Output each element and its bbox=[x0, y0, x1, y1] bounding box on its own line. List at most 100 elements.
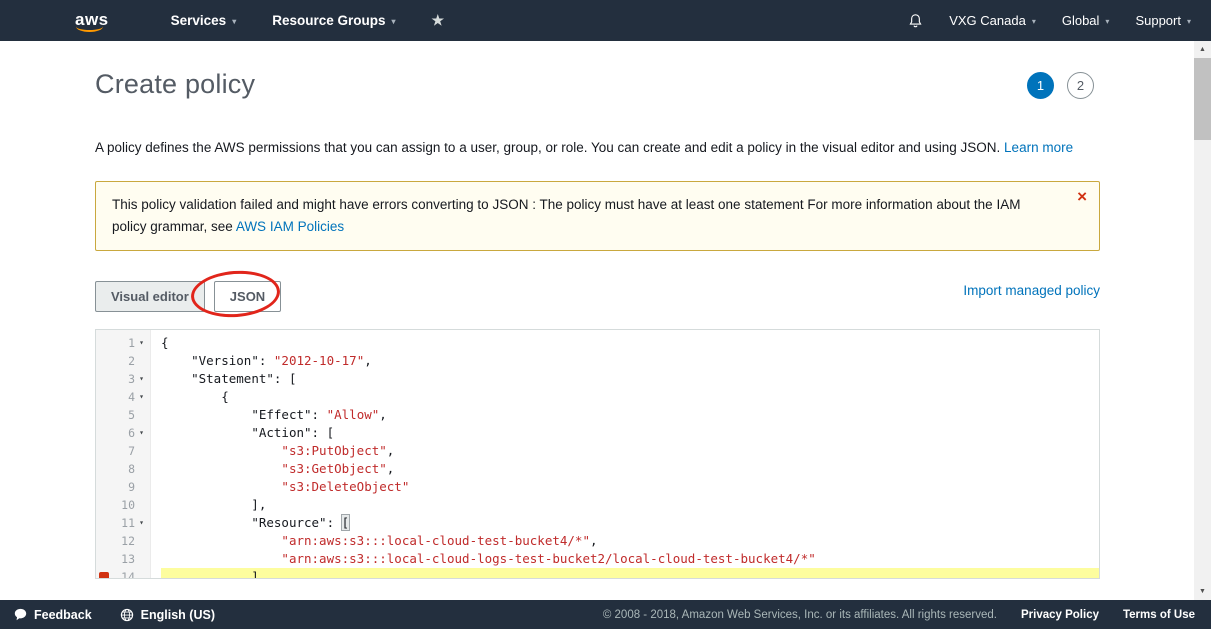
gutter-line: 10 bbox=[96, 496, 150, 514]
gutter-line: 6▾ bbox=[96, 424, 150, 442]
speech-bubble-icon bbox=[14, 608, 27, 621]
fold-arrow-icon[interactable]: ▾ bbox=[135, 428, 148, 437]
close-icon[interactable]: × bbox=[1077, 188, 1087, 205]
notifications-bell-button[interactable] bbox=[908, 13, 923, 29]
line-number: 6 bbox=[128, 426, 135, 440]
line-number: 4 bbox=[128, 390, 135, 404]
code-gutter: 1▾23▾4▾56▾7891011▾121314 bbox=[96, 330, 151, 578]
line-number: 13 bbox=[121, 552, 135, 566]
code-line[interactable]: "arn:aws:s3:::local-cloud-test-bucket4/*… bbox=[161, 532, 1099, 550]
footer-bar: Feedback English (US) © 2008 - 2018, Ama… bbox=[0, 600, 1211, 629]
code-line[interactable]: "s3:PutObject", bbox=[161, 442, 1099, 460]
code-line[interactable]: { bbox=[161, 334, 1099, 352]
code-line[interactable]: "s3:GetObject", bbox=[161, 460, 1099, 478]
chevron-down-icon: ▾ bbox=[392, 16, 396, 26]
page-title: Create policy bbox=[95, 69, 255, 100]
line-number: 14 bbox=[121, 570, 135, 579]
line-number: 5 bbox=[128, 408, 135, 422]
bell-icon bbox=[908, 13, 923, 29]
footer-left-group: Feedback English (US) bbox=[14, 608, 215, 622]
nav-region-menu[interactable]: Global ▾ bbox=[1062, 13, 1110, 28]
line-number: 10 bbox=[121, 498, 135, 512]
gutter-line: 11▾ bbox=[96, 514, 150, 532]
code-line[interactable]: "Effect": "Allow", bbox=[161, 406, 1099, 424]
scroll-down-arrow[interactable]: ▼ bbox=[1194, 583, 1211, 600]
aws-iam-policies-link[interactable]: AWS IAM Policies bbox=[236, 219, 344, 234]
fold-arrow-icon[interactable]: ▾ bbox=[135, 338, 148, 347]
code-line[interactable]: "s3:DeleteObject" bbox=[161, 478, 1099, 496]
code-line[interactable]: ] bbox=[161, 568, 1099, 578]
code-line[interactable]: "Action": [ bbox=[161, 424, 1099, 442]
feedback-label: Feedback bbox=[34, 608, 92, 622]
support-label: Support bbox=[1135, 13, 1181, 28]
globe-icon bbox=[120, 608, 134, 622]
pin-star-icon[interactable]: ★ bbox=[432, 12, 445, 29]
language-selector[interactable]: English (US) bbox=[120, 608, 215, 622]
import-managed-policy-link[interactable]: Import managed policy bbox=[963, 283, 1100, 298]
line-number: 11 bbox=[121, 516, 135, 530]
aws-logo[interactable]: aws bbox=[75, 10, 109, 32]
editor-tabs: Visual editor JSON bbox=[95, 281, 281, 312]
account-name-label: VXG Canada bbox=[949, 13, 1026, 28]
code-line[interactable]: "Resource": [ bbox=[161, 514, 1099, 532]
step-2-indicator[interactable]: 2 bbox=[1067, 72, 1094, 99]
code-lines[interactable]: { "Version": "2012-10-17", "Statement": … bbox=[151, 330, 1099, 578]
gutter-line: 1▾ bbox=[96, 334, 150, 352]
intro-sentence: A policy defines the AWS permissions tha… bbox=[95, 140, 1000, 155]
feedback-button[interactable]: Feedback bbox=[14, 608, 92, 622]
privacy-policy-link[interactable]: Privacy Policy bbox=[1021, 609, 1099, 621]
aws-console-page: aws Services ▾ Resource Groups ▾ ★ VXG bbox=[0, 0, 1211, 629]
navbar-right-group: VXG Canada ▾ Global ▾ Support ▾ bbox=[908, 13, 1195, 29]
vertical-scrollbar[interactable]: ▲ ▼ bbox=[1194, 41, 1211, 600]
scrollbar-thumb[interactable] bbox=[1194, 58, 1211, 140]
gutter-line: 13 bbox=[96, 550, 150, 568]
chevron-down-icon: ▾ bbox=[1032, 16, 1036, 26]
page-header-row: Create policy 1 2 bbox=[95, 69, 1100, 100]
line-number: 8 bbox=[128, 462, 135, 476]
language-label: English (US) bbox=[141, 608, 215, 622]
aws-logo-text: aws bbox=[75, 10, 109, 29]
copyright-text: © 2008 - 2018, Amazon Web Services, Inc.… bbox=[603, 609, 997, 621]
fold-arrow-icon[interactable]: ▾ bbox=[135, 518, 148, 527]
validation-warning-banner: × This policy validation failed and migh… bbox=[95, 181, 1100, 251]
nav-support-menu[interactable]: Support ▾ bbox=[1135, 13, 1191, 28]
main-scroll-area: Create policy 1 2 A policy defines the A… bbox=[0, 41, 1211, 600]
footer-right-group: © 2008 - 2018, Amazon Web Services, Inc.… bbox=[603, 609, 1195, 621]
nav-account-menu[interactable]: VXG Canada ▾ bbox=[949, 13, 1036, 28]
tab-visual-editor[interactable]: Visual editor bbox=[95, 281, 205, 312]
learn-more-link[interactable]: Learn more bbox=[1004, 140, 1073, 155]
region-label: Global bbox=[1062, 13, 1100, 28]
tab-json[interactable]: JSON bbox=[214, 281, 281, 312]
navbar-left-group: aws Services ▾ Resource Groups ▾ ★ bbox=[75, 10, 444, 32]
gutter-line: 12 bbox=[96, 532, 150, 550]
line-number: 12 bbox=[121, 534, 135, 548]
nav-services-label: Services bbox=[171, 13, 227, 28]
warning-message: This policy validation failed and might … bbox=[112, 194, 1053, 238]
gutter-line: 3▾ bbox=[96, 370, 150, 388]
fold-arrow-icon[interactable]: ▾ bbox=[135, 392, 148, 401]
code-line[interactable]: "Statement": [ bbox=[161, 370, 1099, 388]
code-line[interactable]: "arn:aws:s3:::local-cloud-logs-test-buck… bbox=[161, 550, 1099, 568]
line-number: 3 bbox=[128, 372, 135, 386]
code-line[interactable]: "Version": "2012-10-17", bbox=[161, 352, 1099, 370]
nav-resource-groups-menu[interactable]: Resource Groups ▾ bbox=[272, 13, 395, 28]
line-number: 9 bbox=[128, 480, 135, 494]
scroll-up-arrow[interactable]: ▲ bbox=[1194, 41, 1211, 58]
line-number: 2 bbox=[128, 354, 135, 368]
chevron-down-icon: ▾ bbox=[1105, 16, 1109, 26]
code-line[interactable]: { bbox=[161, 388, 1099, 406]
fold-arrow-icon[interactable]: ▾ bbox=[135, 374, 148, 383]
step-1-indicator[interactable]: 1 bbox=[1027, 72, 1054, 99]
nav-services-menu[interactable]: Services ▾ bbox=[171, 13, 237, 28]
create-policy-content: Create policy 1 2 A policy defines the A… bbox=[0, 41, 1211, 579]
intro-text: A policy defines the AWS permissions tha… bbox=[95, 140, 1100, 155]
code-line[interactable]: ], bbox=[161, 496, 1099, 514]
chevron-down-icon: ▾ bbox=[1187, 16, 1191, 26]
line-number: 1 bbox=[128, 336, 135, 350]
gutter-line: 8 bbox=[96, 460, 150, 478]
top-navbar: aws Services ▾ Resource Groups ▾ ★ VXG bbox=[0, 0, 1211, 41]
gutter-line: 4▾ bbox=[96, 388, 150, 406]
terms-of-use-link[interactable]: Terms of Use bbox=[1123, 609, 1195, 621]
json-policy-editor[interactable]: 1▾23▾4▾56▾7891011▾121314 { "Version": "2… bbox=[95, 329, 1100, 579]
editor-tabs-row: Visual editor JSON Import managed policy bbox=[95, 281, 1100, 312]
